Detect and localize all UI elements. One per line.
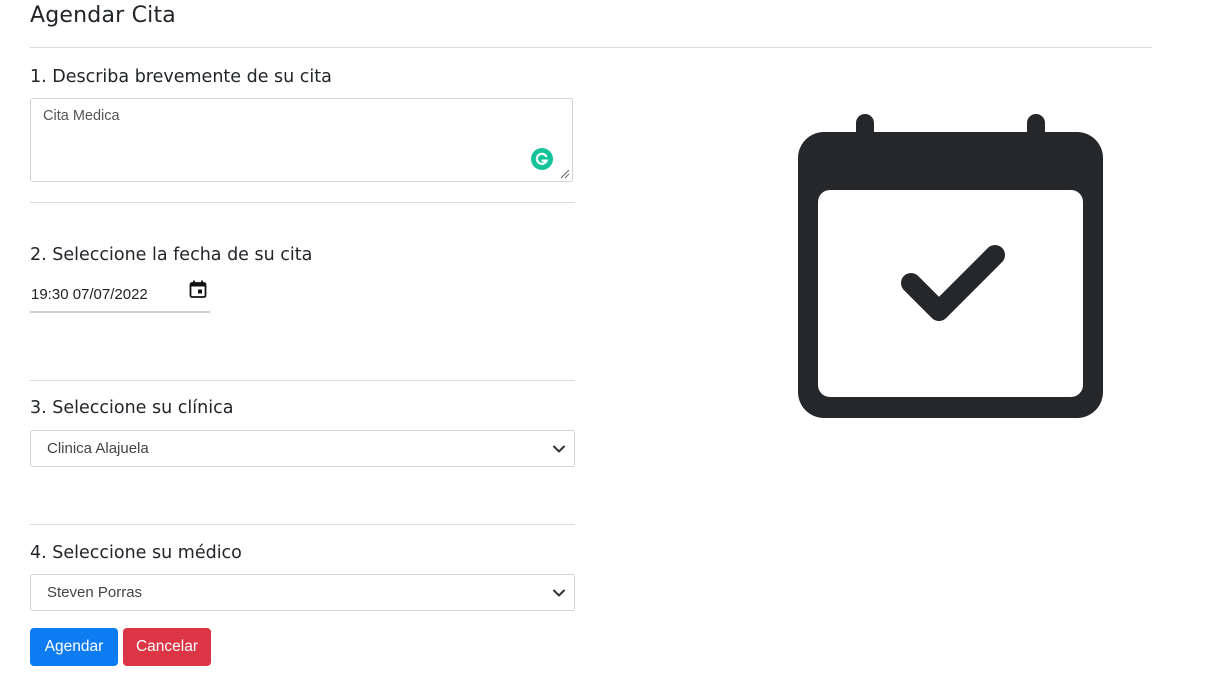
datetime-value: 19:30 07/07/2022: [31, 286, 148, 303]
description-textarea-wrapper: Cita Medica: [30, 98, 573, 182]
doctor-select-value: Steven Porras: [47, 584, 143, 601]
section-divider: [30, 524, 575, 525]
chevron-down-icon: [553, 445, 565, 453]
date-label: 2. Seleccione la fecha de su cita: [30, 245, 313, 265]
clinic-select[interactable]: Clinica Alajuela: [30, 430, 575, 467]
description-textarea[interactable]: Cita Medica: [31, 99, 572, 181]
schedule-button[interactable]: Agendar: [30, 628, 118, 666]
chevron-down-icon: [553, 589, 565, 597]
doctor-label: 4. Seleccione su médico: [30, 543, 242, 563]
clinic-label: 3. Seleccione su clínica: [30, 398, 234, 418]
doctor-select[interactable]: Steven Porras: [30, 574, 575, 611]
clinic-select-value: Clinica Alajuela: [47, 440, 149, 457]
appointment-page: Agendar Cita 1. Describa brevemente de s…: [0, 0, 1216, 684]
title-divider: [30, 47, 1152, 48]
calendar-check-icon: [798, 114, 1103, 418]
page-title: Agendar Cita: [30, 3, 176, 28]
resize-handle-icon[interactable]: [558, 167, 570, 179]
calendar-picker-icon[interactable]: [188, 279, 208, 299]
grammarly-icon[interactable]: [531, 148, 553, 170]
cancel-button[interactable]: Cancelar: [123, 628, 211, 666]
section-divider: [30, 380, 575, 381]
description-label: 1. Describa brevemente de su cita: [30, 67, 332, 87]
datetime-input[interactable]: 19:30 07/07/2022: [30, 276, 210, 313]
section-divider: [30, 202, 575, 203]
